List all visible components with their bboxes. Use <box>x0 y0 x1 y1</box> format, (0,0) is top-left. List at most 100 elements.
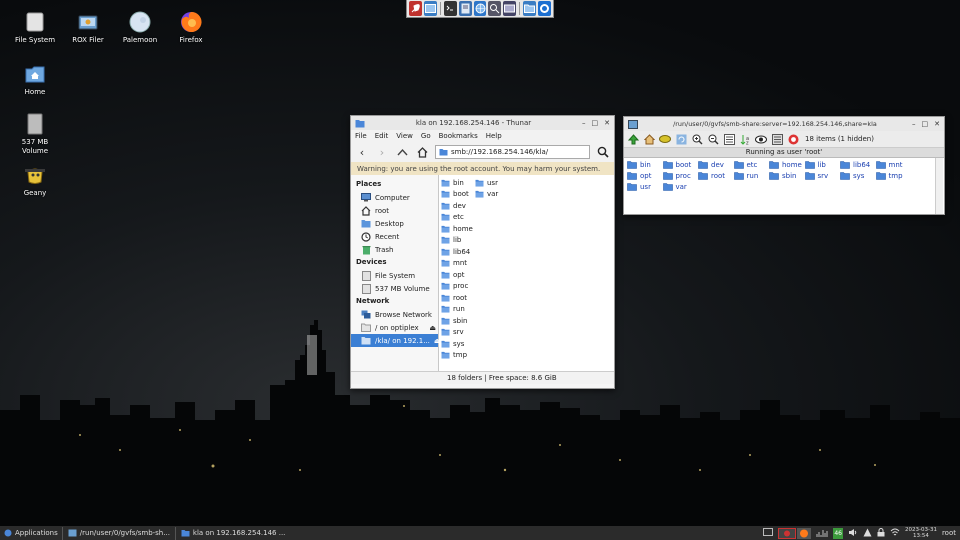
rox-folder-item[interactable]: srv <box>804 171 828 181</box>
task-thunar-window[interactable]: kla on 192.168.254.146 ... <box>174 526 290 540</box>
location-entry[interactable]: smb://192.168.254.146/kla/ <box>435 145 590 159</box>
rox-folder-item[interactable]: usr <box>627 182 651 192</box>
home-button[interactable] <box>415 145 429 159</box>
rocket-icon[interactable] <box>409 1 422 16</box>
scrollbar[interactable] <box>935 158 943 214</box>
text-editor-icon[interactable] <box>458 1 472 16</box>
workspace-switcher[interactable] <box>778 527 812 539</box>
sidebar-item-recent[interactable]: Recent <box>351 230 438 243</box>
rox-folder-item[interactable]: home <box>769 160 802 170</box>
sidebar-item-computer[interactable]: Computer <box>351 191 438 204</box>
maximize-button[interactable]: □ <box>592 119 599 127</box>
lock-icon[interactable] <box>877 527 885 539</box>
applications-menu-button[interactable]: Applications <box>0 526 62 540</box>
folder-item[interactable]: usr <box>475 177 498 188</box>
terminal-icon[interactable] <box>443 1 457 16</box>
view-toggle-icon[interactable] <box>723 133 735 145</box>
desktop-icon-home[interactable]: Home <box>3 63 67 97</box>
folder-item[interactable]: tmp <box>441 350 467 361</box>
close-button[interactable]: ✕ <box>604 119 610 127</box>
sidebar-item-volume[interactable]: 537 MB Volume <box>351 282 438 295</box>
desktop-icon-volume[interactable]: 537 MB Volume <box>3 113 67 156</box>
folder-item[interactable]: proc <box>441 281 468 292</box>
folder-icon[interactable] <box>523 1 537 16</box>
folder-item[interactable]: dev <box>441 200 466 211</box>
search-button[interactable] <box>596 145 610 159</box>
folder-item[interactable]: home <box>441 223 473 234</box>
sidebar-item-root[interactable]: root <box>351 204 438 217</box>
rox-folder-item[interactable]: lib <box>804 160 826 170</box>
rox-folder-item[interactable]: opt <box>627 171 651 181</box>
maximize-button[interactable]: □ <box>922 120 929 128</box>
rox-folder-item[interactable]: dev <box>698 160 724 170</box>
folder-item[interactable]: bin <box>441 177 464 188</box>
minimize-button[interactable]: – <box>912 120 916 128</box>
network-icon[interactable] <box>890 528 900 539</box>
sidebar-item-trash[interactable]: Trash <box>351 243 438 256</box>
folder-item[interactable]: srv <box>441 327 464 338</box>
desktop-icon-firefox[interactable]: Firefox <box>159 11 223 45</box>
rox-folder-item[interactable]: proc <box>662 171 691 181</box>
rox-folder-item[interactable]: bin <box>627 160 651 170</box>
rox-folder-item[interactable]: sys <box>840 171 864 181</box>
forward-button[interactable]: › <box>375 145 389 159</box>
folder-item[interactable]: var <box>475 189 498 200</box>
rox-folder-item[interactable]: etc <box>733 160 757 170</box>
eye-icon[interactable] <box>755 133 767 145</box>
folder-item[interactable]: sbin <box>441 315 467 326</box>
file-view[interactable]: bin boot dev etc home lib lib64 mnt opt proc root r… <box>439 175 614 371</box>
window-list-icon[interactable] <box>763 528 774 538</box>
menu-help[interactable]: Help <box>486 132 502 140</box>
screenshot-icon[interactable] <box>503 1 517 16</box>
menu-edit[interactable]: Edit <box>375 132 389 140</box>
desktop-icon-geany[interactable]: Geany <box>3 164 67 198</box>
sidebar-item-desktop[interactable]: Desktop <box>351 217 438 230</box>
rox-folder-item[interactable]: var <box>662 182 687 192</box>
zoom-in-icon[interactable] <box>691 133 703 145</box>
back-button[interactable]: ‹ <box>355 145 369 159</box>
folder-item[interactable]: lib <box>441 235 461 246</box>
sort-icon[interactable]: az <box>739 133 751 145</box>
rox-folder-item[interactable]: run <box>733 171 758 181</box>
up-button[interactable] <box>395 145 409 159</box>
user-label[interactable]: root <box>942 529 956 537</box>
thunar-titlebar[interactable]: kla on 192.168.254.146 - Thunar – □ ✕ <box>351 116 614 130</box>
refresh-icon[interactable] <box>675 133 687 145</box>
rox-folder-item[interactable]: root <box>698 171 725 181</box>
zoom-out-icon[interactable] <box>707 133 719 145</box>
menu-view[interactable]: View <box>396 132 413 140</box>
menu-file[interactable]: File <box>355 132 367 140</box>
folder-item[interactable]: run <box>441 304 465 315</box>
sidebar-item-file-system[interactable]: File System <box>351 269 438 282</box>
sidebar-item-kla-share[interactable]: /kla/ on 192.1... ⏏ <box>351 334 441 347</box>
desktop-icon[interactable] <box>423 1 437 16</box>
rox-folder-item[interactable]: boot <box>662 160 691 170</box>
browser-icon[interactable] <box>538 1 552 16</box>
eject-icon[interactable]: ⏏ <box>429 324 436 332</box>
menu-bookmarks[interactable]: Bookmarks <box>439 132 478 140</box>
rox-folder-item[interactable]: mnt <box>875 160 903 170</box>
help-icon[interactable] <box>787 133 799 145</box>
up-arrow-icon[interactable] <box>627 133 639 145</box>
folder-item[interactable]: opt <box>441 269 464 280</box>
rox-titlebar[interactable]: /run/user/0/gvfs/smb-share:server=192.16… <box>624 117 944 131</box>
details-icon[interactable] <box>771 133 783 145</box>
clock[interactable]: 2023-03-31 13:54 <box>905 527 937 539</box>
bookmarks-icon[interactable] <box>659 133 671 145</box>
volume-icon[interactable] <box>848 528 858 539</box>
menu-go[interactable]: Go <box>421 132 431 140</box>
folder-item[interactable]: boot <box>441 189 469 200</box>
rox-folder-item[interactable]: tmp <box>875 171 903 181</box>
folder-item[interactable]: mnt <box>441 258 467 269</box>
folder-item[interactable]: sys <box>441 338 464 349</box>
rox-folder-item[interactable]: sbin <box>769 171 796 181</box>
sidebar-item-browse-network[interactable]: Browse Network <box>351 308 438 321</box>
rox-file-view[interactable]: bin boot dev etc home lib lib64 mnt opt proc root r… <box>624 158 944 214</box>
folder-item[interactable]: etc <box>441 212 464 223</box>
rox-folder-item[interactable]: lib64 <box>840 160 870 170</box>
home-icon[interactable] <box>643 133 655 145</box>
sidebar-item-optiplex[interactable]: / on optiplex ⏏ <box>351 321 438 334</box>
folder-item[interactable]: root <box>441 292 467 303</box>
minimize-button[interactable]: – <box>582 119 586 127</box>
close-button[interactable]: ✕ <box>934 120 940 128</box>
